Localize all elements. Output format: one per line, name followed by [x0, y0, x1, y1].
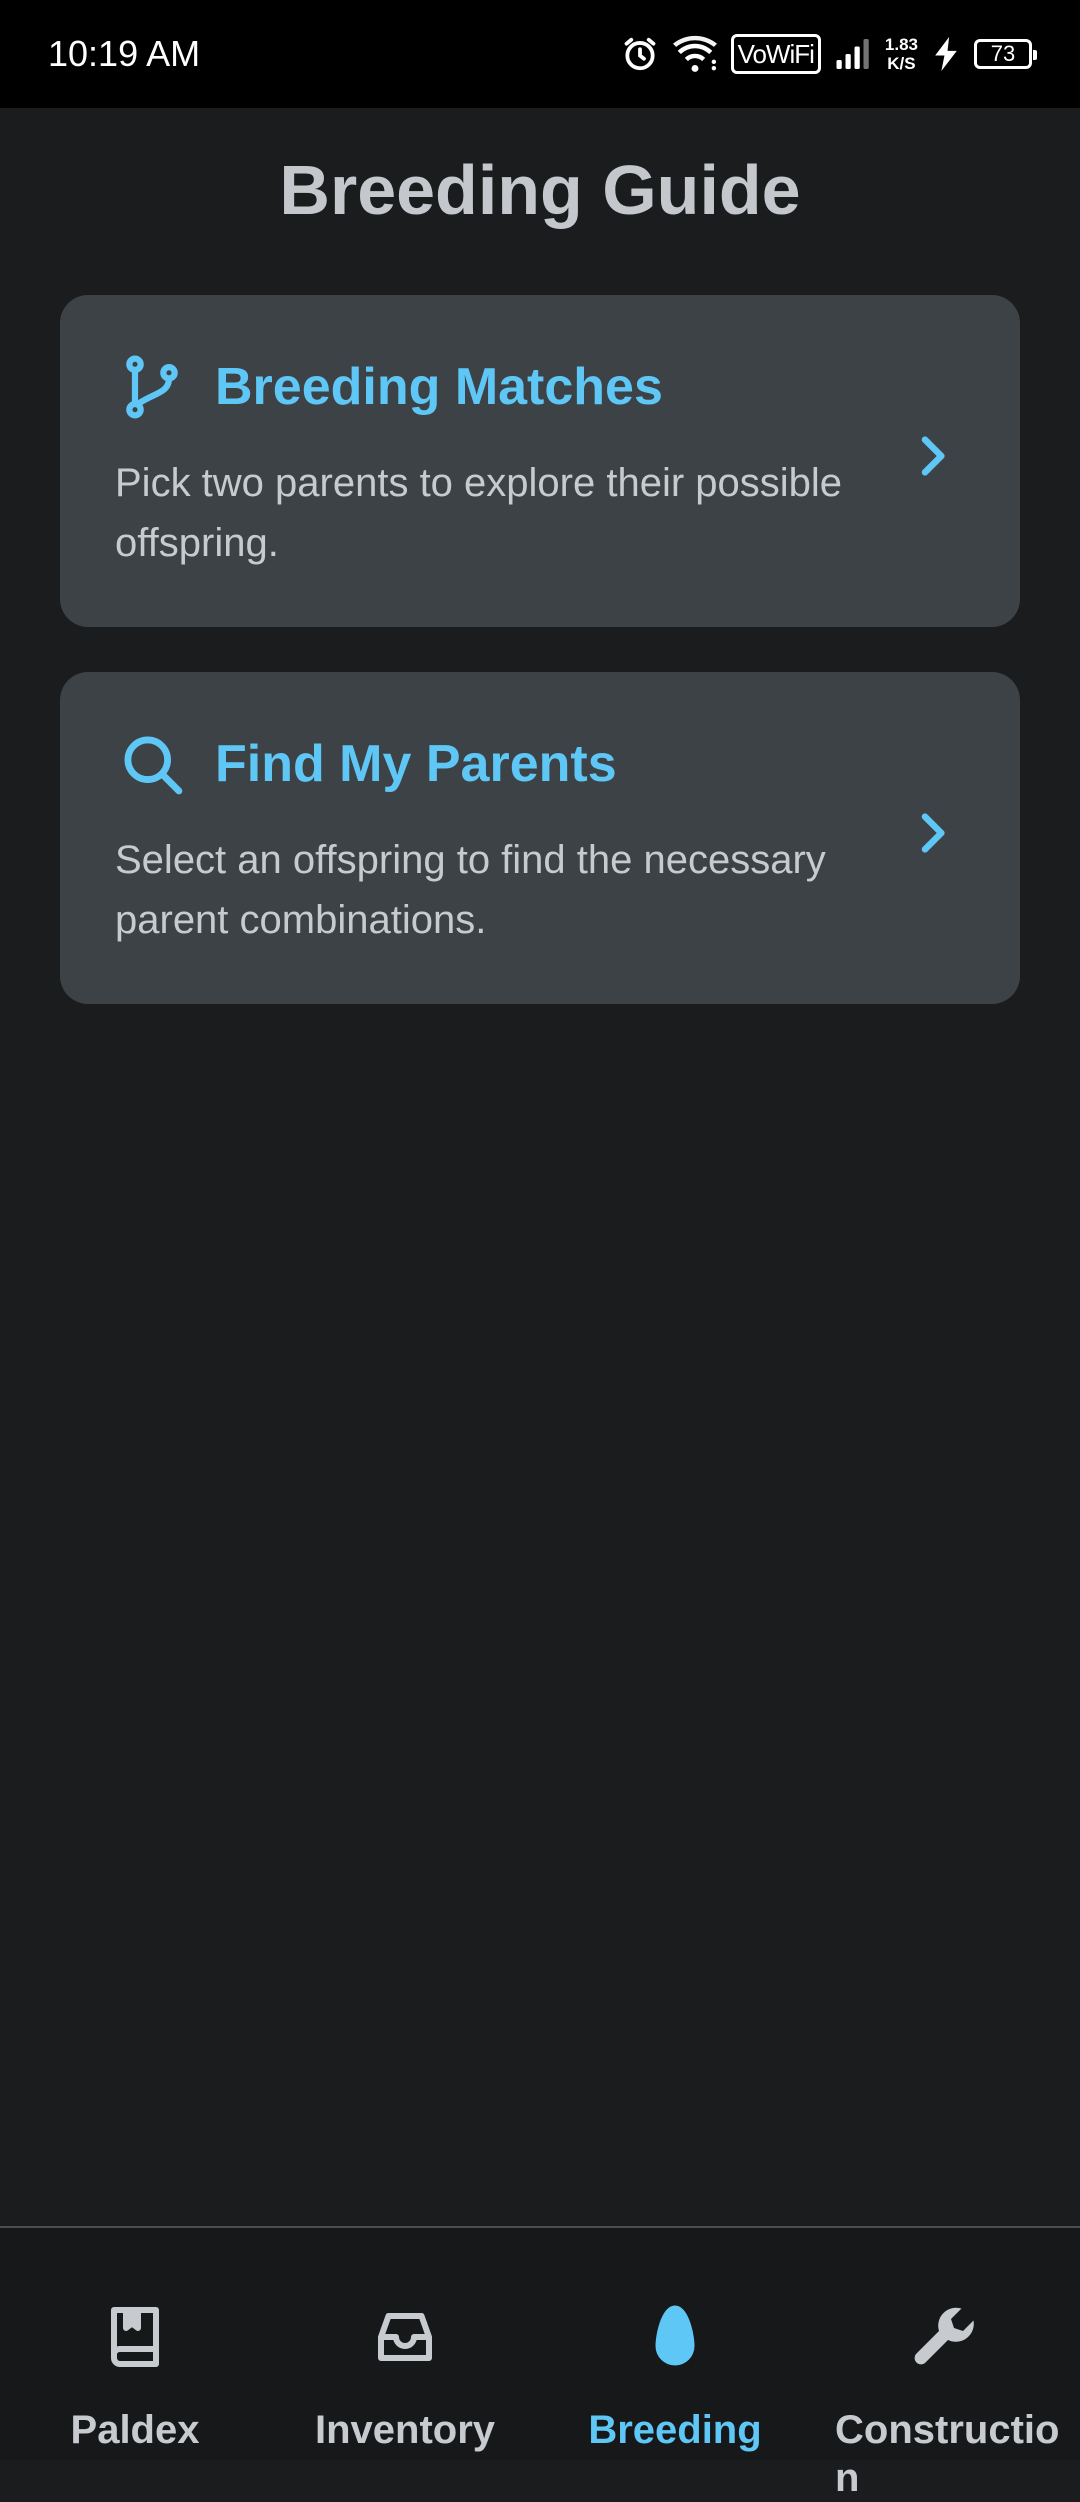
egg-icon: [639, 2301, 711, 2373]
nav-item-breeding[interactable]: Breeding: [540, 2228, 810, 2460]
bottom-nav: Paldex Inventory Breeding Construction: [0, 2226, 1080, 2500]
network-speed-unit: K/S: [887, 54, 916, 73]
find-my-parents-card[interactable]: Find My Parents Select an offspring to f…: [60, 672, 1020, 1004]
nav-label: Paldex: [70, 2408, 200, 2452]
search-icon: [118, 730, 186, 798]
git-branch-icon: [118, 353, 186, 421]
page-title: Breeding Guide: [279, 151, 801, 229]
nav-item-inventory[interactable]: Inventory: [270, 2228, 540, 2460]
charging-icon: [932, 37, 960, 71]
vowifi-badge: VoWiFi: [730, 34, 821, 74]
card-description: Select an offspring to find the necessar…: [115, 838, 826, 942]
nav-label: Construction: [835, 2408, 1060, 2500]
chevron-right-icon: [904, 805, 960, 861]
signal-icon: [835, 37, 871, 71]
network-speed-value: 1.83: [884, 35, 918, 54]
nav-item-paldex[interactable]: Paldex: [0, 2228, 270, 2460]
status-bar: 10:19 AM VoWiFi 1.83 K/S 73: [0, 0, 1080, 108]
status-time: 10:19 AM: [48, 33, 201, 74]
status-icons: VoWiFi 1.83 K/S 73: [621, 26, 1037, 82]
alarm-icon: [621, 35, 659, 73]
chevron-right-icon: [904, 428, 960, 484]
breeding-matches-card[interactable]: Breeding Matches Pick two parents to exp…: [60, 295, 1020, 627]
inbox-icon: [369, 2301, 441, 2373]
wifi-icon: [672, 35, 717, 73]
battery-level: 73: [990, 41, 1016, 66]
card-title: Find My Parents: [215, 735, 617, 793]
wrench-icon: [909, 2301, 981, 2373]
book-icon: [99, 2301, 171, 2373]
network-speed: 1.83 K/S: [885, 35, 918, 73]
battery-icon: 73: [974, 39, 1037, 69]
nav-label: Breeding: [588, 2408, 762, 2452]
card-description: Pick two parents to explore their possib…: [115, 461, 843, 565]
nav-label: Inventory: [314, 2408, 496, 2452]
nav-item-construction[interactable]: Construction: [810, 2228, 1080, 2500]
card-title: Breeding Matches: [215, 358, 663, 416]
